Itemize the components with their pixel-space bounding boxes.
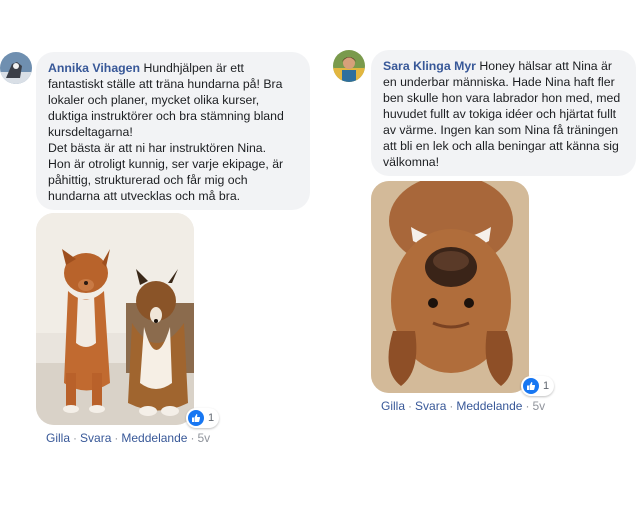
reply-link[interactable]: Svara	[415, 399, 446, 413]
comment-text-line: att bli en lek och alla beningar att kän…	[383, 139, 619, 153]
comment-text-line: påhittig, strukturerad och får mig och	[48, 173, 248, 187]
timestamp[interactable]: 5v	[532, 399, 545, 413]
comment-text-line: ben skulle hon vara labrador hon med, me…	[383, 91, 621, 105]
comment-text-line: Det bästa är att ni har instruktören Nin…	[48, 141, 267, 155]
comment-bubble: Annika Vihagen Hundhjälpen är ett fantas…	[36, 52, 310, 210]
comment-actions: Gilla · Svara · Meddelande · 5v	[381, 399, 546, 413]
comment-text-line: en underbar människa. Hade Nina haft fle…	[383, 75, 615, 89]
reaction-count-label: 1	[543, 380, 550, 392]
comment-text-line: Hundhjälpen är ett	[143, 61, 244, 75]
like-link[interactable]: Gilla	[381, 399, 405, 413]
author-name[interactable]: Annika Vihagen	[48, 61, 140, 75]
message-link[interactable]: Meddelande	[456, 399, 522, 413]
reaction-count-label: 1	[208, 412, 215, 424]
reaction-count[interactable]: 1	[521, 376, 555, 396]
comment-text-line: Honey hälsar att Nina är	[479, 59, 612, 73]
avatar[interactable]	[333, 50, 365, 82]
comment-bubble: Sara Klinga Myr Honey hälsar att Nina är…	[371, 50, 636, 176]
comment-text-line: av värme. Ingen kan som Nina få träninge…	[383, 123, 619, 137]
avatar[interactable]	[0, 52, 32, 84]
reply-link[interactable]: Svara	[80, 431, 111, 445]
comment-text-line: huvudet fullt av tokiga idéer och hjärta…	[383, 107, 617, 121]
comment-text-line: välkomna!	[383, 155, 440, 169]
message-link[interactable]: Meddelande	[121, 431, 187, 445]
comment-photo[interactable]	[371, 181, 529, 393]
thumbs-up-icon	[523, 378, 539, 394]
comment-text-line: Hon är otroligt kunnig, ser varje ekipag…	[48, 157, 284, 171]
comment-actions: Gilla · Svara · Meddelande · 5v	[46, 431, 211, 445]
comment-text-line: lokaler och planer, mycket olika kurser,	[48, 93, 260, 107]
comment-photo[interactable]	[36, 213, 194, 425]
comment-text-line: fantastiskt ställe att träna hundarna på…	[48, 77, 283, 91]
comment-text-line: hundarna att utvecklas och må bra.	[48, 189, 241, 203]
timestamp[interactable]: 5v	[197, 431, 210, 445]
comment-text-line: duktiga instruktörer och bra stämning bl…	[48, 109, 284, 123]
thumbs-up-icon	[188, 410, 204, 426]
reaction-count[interactable]: 1	[186, 408, 220, 428]
author-name[interactable]: Sara Klinga Myr	[383, 59, 476, 73]
comment-text-line: kursdeltagarna!	[48, 125, 133, 139]
like-link[interactable]: Gilla	[46, 431, 70, 445]
